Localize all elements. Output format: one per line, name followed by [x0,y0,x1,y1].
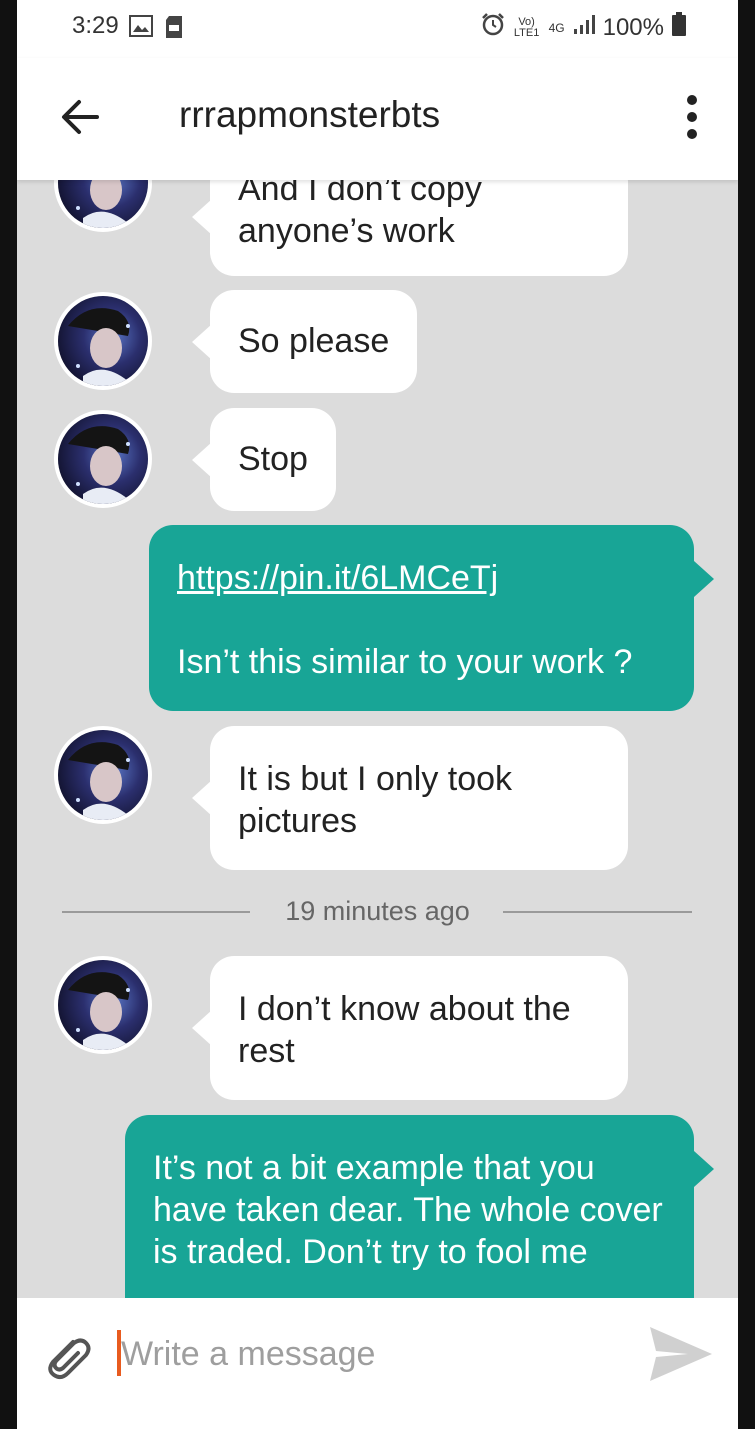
conversation-title: rrrapmonsterbts [179,94,441,135]
message-list[interactable]: And I don’t copy anyone’s work So please… [17,180,738,1298]
message-text: Isn’t this similar to your work ? [177,643,633,681]
message-text: So please [238,322,390,360]
status-time: 3:29 [72,12,119,39]
message-text: And I don’t copy anyone’s work [238,180,482,250]
message-bubble-incoming[interactable]: And I don’t copy anyone’s work [192,180,628,276]
message-text: I don’t know about the rest [238,990,571,1070]
avatar[interactable] [54,292,152,390]
avatar[interactable] [54,180,152,232]
message-composer [17,1298,738,1429]
gallery-icon [129,15,153,42]
network-type: 4G [548,20,565,35]
message-input[interactable] [121,1326,621,1382]
more-vert-icon[interactable] [682,94,702,140]
message-bubble-incoming[interactable]: So please [191,290,418,393]
message-text: It’s not a bit example that you have tak… [153,1149,663,1271]
paperclip-icon[interactable] [37,1328,97,1388]
volte-indicator: Vo) LTE1 [513,15,540,39]
chat-screen: 3:29 Vo) LTE1 4G 100% rrrapmonsterbts An… [17,0,738,1429]
message-bubble-outgoing[interactable]: https://pin.it/6LMCeTj Isn’t this simila… [149,525,714,711]
battery-icon [672,12,686,43]
back-arrow-icon[interactable] [57,94,103,140]
alarm-icon [481,12,505,43]
message-bubble-incoming[interactable]: I don’t know about the rest [192,956,628,1100]
avatar[interactable] [54,410,152,508]
divider-right [503,911,692,913]
status-right: Vo) LTE1 4G 100% [481,12,686,43]
message-text: Stop [238,440,308,478]
message-bubble-incoming[interactable]: It is but I only took pictures [192,726,628,870]
avatar[interactable] [54,726,152,824]
message-bubble-outgoing[interactable]: It’s not a bit example that you have tak… [125,1115,714,1298]
message-bubble-incoming[interactable]: Stop [192,408,336,511]
message-link[interactable]: https://pin.it/6LMCeTj [177,557,666,599]
chat-header: rrrapmonsterbts [17,58,738,180]
avatar[interactable] [54,956,152,1054]
status-bar: 3:29 Vo) LTE1 4G 100% [17,0,738,58]
battery-level: 100% [602,13,664,41]
storage-icon [165,15,183,44]
message-text: It is but I only took pictures [238,760,513,840]
signal-icon [573,13,595,42]
send-icon[interactable] [648,1323,714,1385]
